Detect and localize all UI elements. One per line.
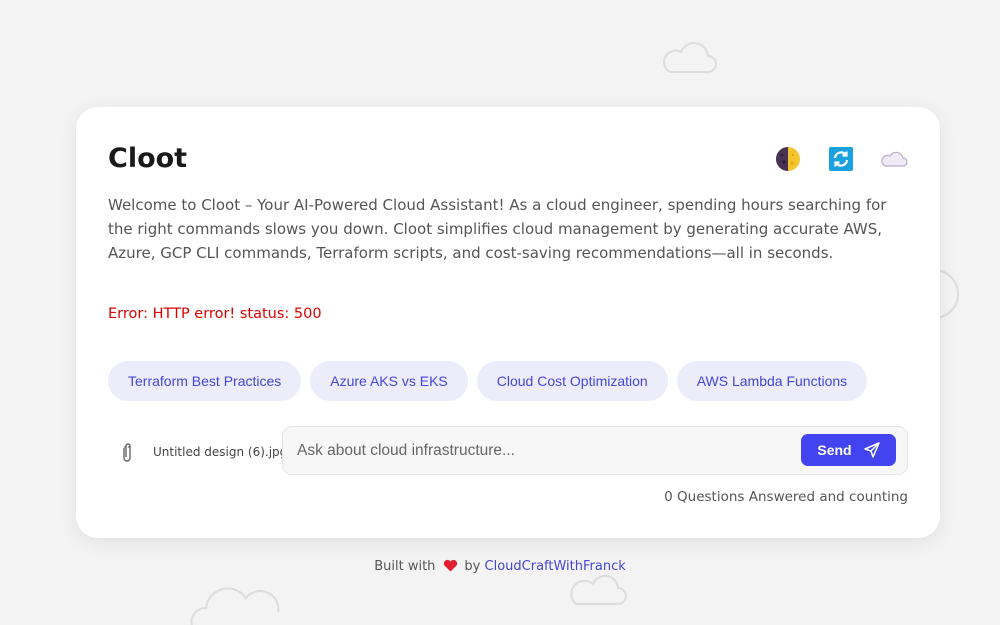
- paper-plane-icon: [863, 442, 880, 458]
- attached-filename: Untitled design (6).jpg: [153, 445, 288, 459]
- footer-prefix: Built with: [374, 559, 436, 574]
- chat-input[interactable]: [297, 427, 797, 474]
- send-label: Send: [817, 442, 852, 458]
- footer-by: by: [464, 559, 481, 574]
- chat-input-box: Send: [282, 426, 908, 475]
- footer: Built with by CloudCraftWithFranck: [0, 559, 1000, 574]
- background-cloud-icon: [570, 574, 627, 605]
- cloud-icon: [881, 151, 908, 167]
- chip-aws-lambda-functions[interactable]: AWS Lambda Functions: [676, 361, 868, 401]
- main-card: Cloot Welcome to Cloot – Your AI-Powered…: [76, 107, 940, 538]
- error-message: Error: HTTP error! status: 500: [108, 306, 322, 322]
- refresh-button[interactable]: [827, 145, 855, 173]
- background-cloud-icon: [663, 42, 717, 73]
- send-button[interactable]: Send: [801, 434, 896, 466]
- attach-file-button[interactable]: [120, 441, 134, 470]
- half-moon-icon: [776, 147, 800, 171]
- chip-cloud-cost-optimization[interactable]: Cloud Cost Optimization: [476, 361, 668, 401]
- background-cloud-icon: [190, 587, 280, 625]
- suggestion-chips: Terraform Best Practices Azure AKS vs EK…: [108, 361, 876, 401]
- header-icons: [749, 145, 908, 173]
- app-title: Cloot: [108, 143, 188, 174]
- theme-toggle-button[interactable]: [774, 145, 802, 173]
- chip-azure-aks-vs-eks[interactable]: Azure AKS vs EKS: [310, 361, 468, 401]
- cloud-button[interactable]: [880, 145, 908, 173]
- questions-counter: 0 Questions Answered and counting: [664, 489, 908, 505]
- refresh-icon: [829, 147, 853, 171]
- paperclip-icon: [123, 443, 131, 462]
- intro-text: Welcome to Cloot – Your AI-Powered Cloud…: [108, 196, 887, 262]
- chip-terraform-best-practices[interactable]: Terraform Best Practices: [108, 361, 302, 401]
- footer-link[interactable]: CloudCraftWithFranck: [485, 559, 626, 574]
- heart-icon: [444, 559, 458, 572]
